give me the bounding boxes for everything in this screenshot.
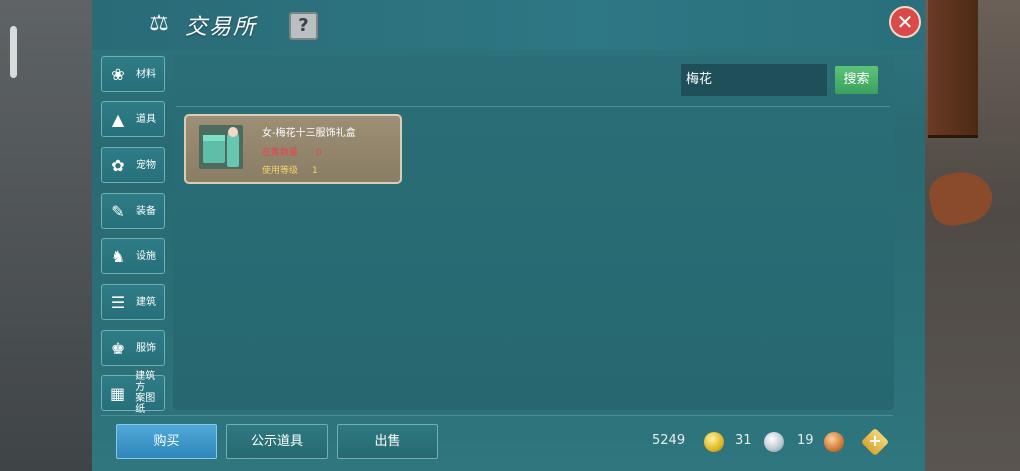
silver-amount: 31 (735, 433, 752, 448)
scale-icon: ⚖ (149, 11, 169, 36)
category-label: 建筑 (136, 296, 156, 308)
wooden-crate (928, 0, 978, 138)
public-items-tab[interactable]: 公示道具 (226, 424, 328, 459)
building-icon: ☰ (110, 292, 126, 312)
help-button[interactable]: ? (289, 12, 318, 40)
category-equipment[interactable]: ✎ 装备 (101, 193, 165, 229)
equipment-icon: ✎ (111, 201, 125, 221)
page-title: 交易所 (185, 15, 258, 40)
item-name: 女-梅花十三服饰礼盒 (262, 128, 356, 139)
bottom-divider (101, 415, 893, 416)
category-buildings[interactable]: ☰ 建筑 (101, 284, 165, 320)
close-button[interactable]: ✕ (889, 6, 921, 38)
divider (176, 106, 890, 107)
gold-amount: 5249 (652, 433, 686, 448)
use-level: 使用等级 1 (262, 166, 318, 176)
search-button[interactable]: 搜索 (835, 66, 878, 94)
materials-icon: ❀ (111, 64, 125, 84)
category-label: 装备 (136, 205, 156, 217)
copper-amount: 19 (797, 433, 814, 448)
blueprint-icon: ▦ (110, 383, 126, 403)
category-blueprints[interactable]: ▦ 建筑方 案图纸 (101, 371, 165, 415)
sell-tab[interactable]: 出售 (337, 424, 438, 459)
copper-coin-icon (824, 432, 844, 452)
facility-icon: ♞ (110, 246, 126, 266)
category-label: 道具 (136, 113, 156, 125)
results-area (173, 56, 894, 410)
side-handle[interactable] (10, 26, 17, 78)
buy-tab[interactable]: 购买 (116, 424, 217, 459)
category-label: 服饰 (136, 342, 156, 354)
category-label: 设施 (136, 250, 156, 262)
paw-icon: ✿ (111, 155, 125, 175)
search-input[interactable]: 梅花 (681, 64, 827, 96)
silver-coin-icon (764, 432, 784, 452)
result-item-card[interactable]: 女-梅花十三服饰礼盒 在售数量 0 使用等级 1 (184, 114, 402, 184)
gift-box-icon (199, 125, 243, 169)
category-label: 宠物 (136, 159, 156, 171)
category-label: 材料 (136, 68, 156, 80)
gold-coin-icon (704, 432, 724, 452)
category-facilities[interactable]: ♞ 设施 (101, 238, 165, 274)
on-sale-count: 在售数量 0 (262, 148, 322, 158)
plus-icon[interactable]: + (865, 430, 885, 452)
category-clothing[interactable]: ♚ 服饰 (101, 330, 165, 366)
category-materials[interactable]: ❀ 材料 (101, 56, 165, 92)
item-icon: ▲ (111, 109, 125, 129)
category-label: 建筑方 案图纸 (135, 371, 156, 415)
category-items[interactable]: ▲ 道具 (101, 101, 165, 137)
clothing-icon: ♚ (110, 338, 126, 358)
category-pets[interactable]: ✿ 宠物 (101, 147, 165, 183)
